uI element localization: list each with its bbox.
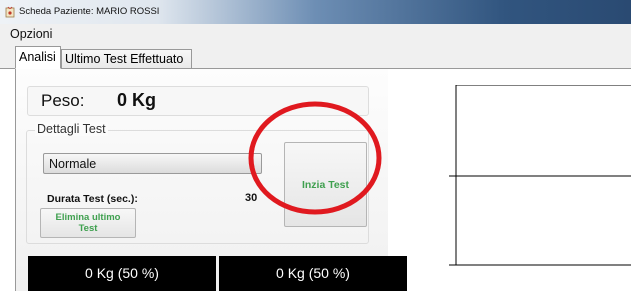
test-mode-select[interactable]: Normale [43, 153, 262, 174]
tab-strip: Analisi Ultimo Test Effettuato [0, 44, 631, 69]
window-title: Scheda Paziente: MARIO ROSSI [19, 6, 160, 17]
tab-ultimo-test[interactable]: Ultimo Test Effettuato [61, 49, 192, 69]
menu-bar: Opzioni [0, 24, 631, 44]
test-details-label: Dettagli Test [35, 122, 108, 136]
duration-label: Durata Test (sec.): [47, 193, 138, 205]
test-mode-value: Normale [49, 157, 97, 171]
delete-last-test-button[interactable]: Elimina ultimo Test [40, 208, 136, 238]
left-weight-display: 0 Kg (50 %) [28, 256, 216, 291]
menu-item-opzioni[interactable]: Opzioni [10, 27, 52, 41]
highlight-circle-annotation [248, 101, 382, 215]
delete-button-line1: Elimina ultimo [55, 212, 121, 223]
weight-value: 0 Kg [117, 90, 157, 110]
window-titlebar: Scheda Paziente: MARIO ROSSI [0, 0, 631, 24]
right-weight-display: 0 Kg (50 %) [219, 256, 407, 291]
chart-area [449, 85, 631, 266]
delete-button-line2: Test [78, 223, 98, 234]
app-icon [5, 6, 15, 18]
tab-analisi[interactable]: Analisi [15, 46, 61, 69]
weight-label: Peso: [41, 91, 85, 110]
